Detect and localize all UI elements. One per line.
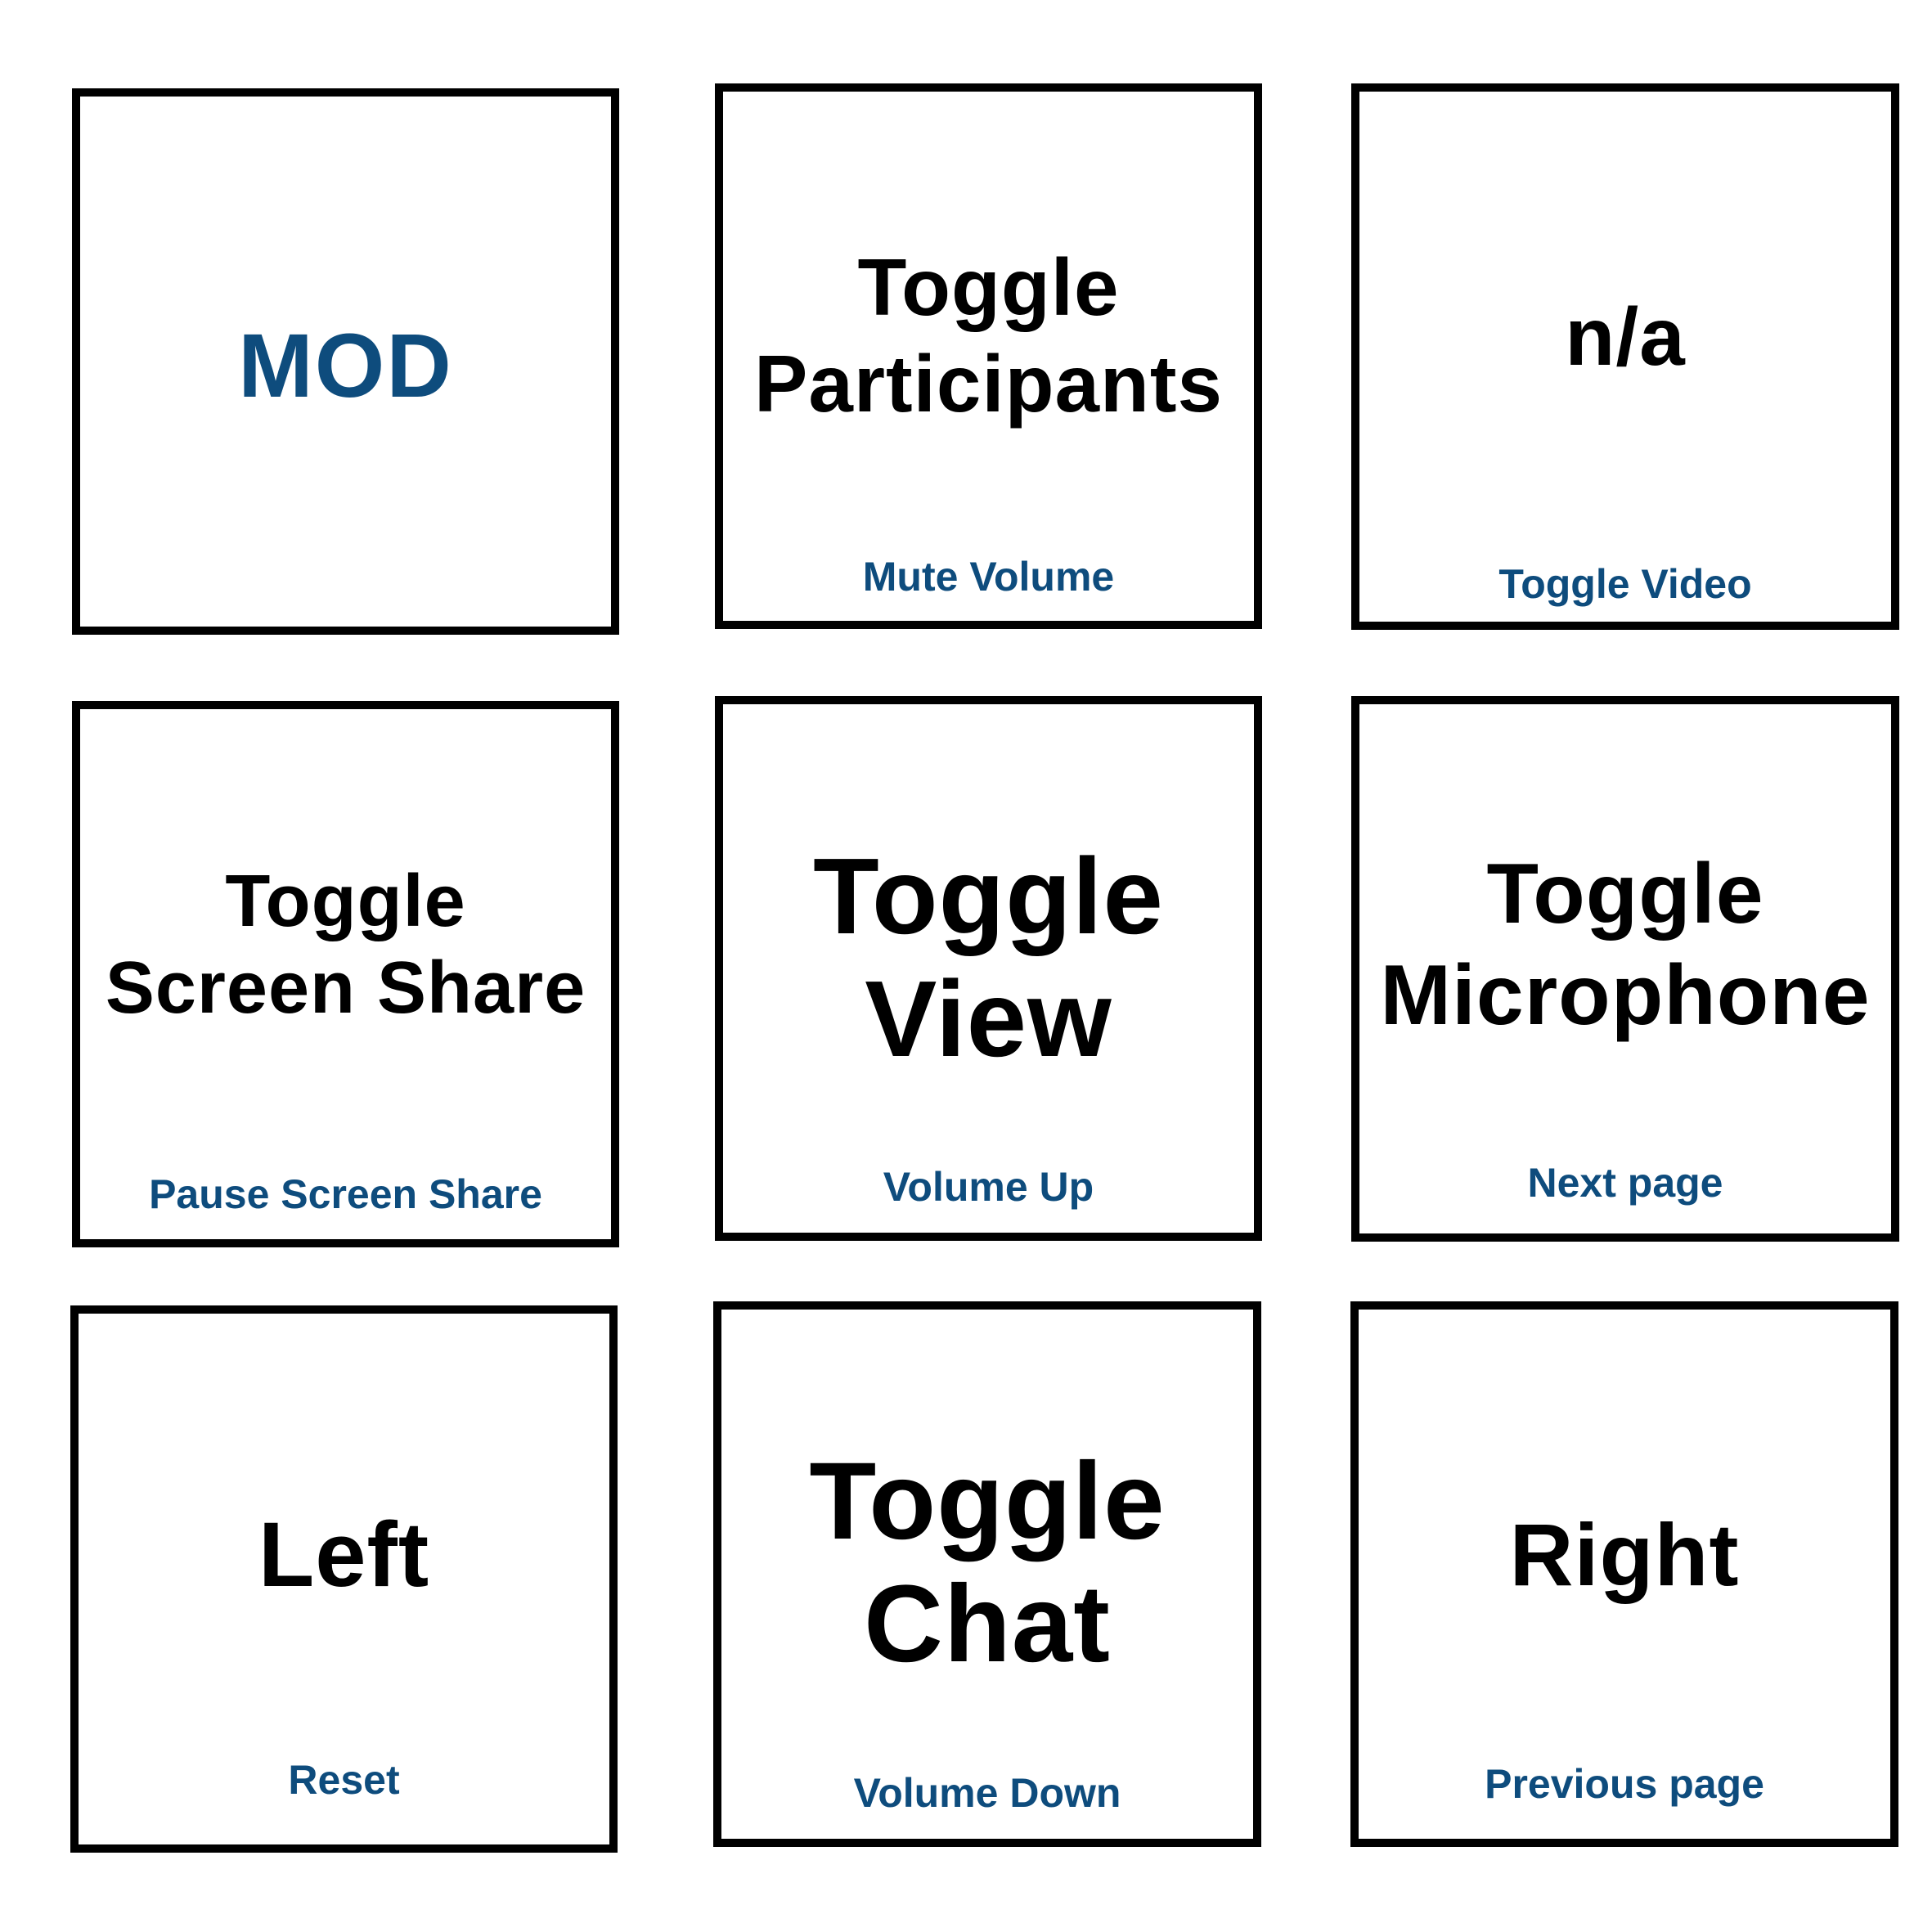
key-toggle-microphone[interactable]: Toggle Microphone Next page — [1351, 696, 1899, 1242]
key-n-a[interactable]: n/a Toggle Video — [1351, 83, 1899, 630]
key-secondary-label: Mute Volume — [862, 554, 1115, 600]
key-primary-label: Toggle View — [813, 836, 1164, 1079]
key-secondary-label: Volume Down — [853, 1770, 1121, 1816]
key-toggle-screen-share[interactable]: Toggle Screen Share Pause Screen Share — [72, 701, 619, 1247]
key-left[interactable]: Left Reset — [70, 1305, 618, 1853]
key-secondary-label: Volume Up — [883, 1164, 1094, 1210]
key-primary-label: MOD — [238, 316, 453, 416]
key-right[interactable]: Right Previous page — [1350, 1301, 1898, 1847]
key-primary-label: Toggle Participants — [754, 242, 1223, 429]
key-secondary-label: Reset — [288, 1757, 400, 1803]
key-primary-label: Right — [1509, 1505, 1740, 1604]
key-toggle-participants[interactable]: Toggle Participants Mute Volume — [715, 83, 1262, 629]
key-secondary-label: Previous page — [1485, 1761, 1764, 1807]
key-toggle-chat[interactable]: Toggle Chat Volume Down — [713, 1301, 1261, 1847]
key-primary-label: Toggle Chat — [809, 1440, 1166, 1685]
key-primary-label: n/a — [1565, 291, 1686, 383]
key-secondary-label: Pause Screen Share — [149, 1171, 542, 1217]
key-toggle-view[interactable]: Toggle View Volume Up — [715, 696, 1262, 1241]
key-primary-label: Toggle Screen Share — [105, 860, 586, 1029]
key-primary-label: Toggle Microphone — [1380, 847, 1871, 1043]
key-primary-label: Left — [258, 1503, 430, 1606]
key-mod[interactable]: MOD — [72, 88, 619, 635]
key-secondary-label: Next page — [1527, 1160, 1723, 1206]
key-secondary-label: Toggle Video — [1498, 561, 1752, 607]
